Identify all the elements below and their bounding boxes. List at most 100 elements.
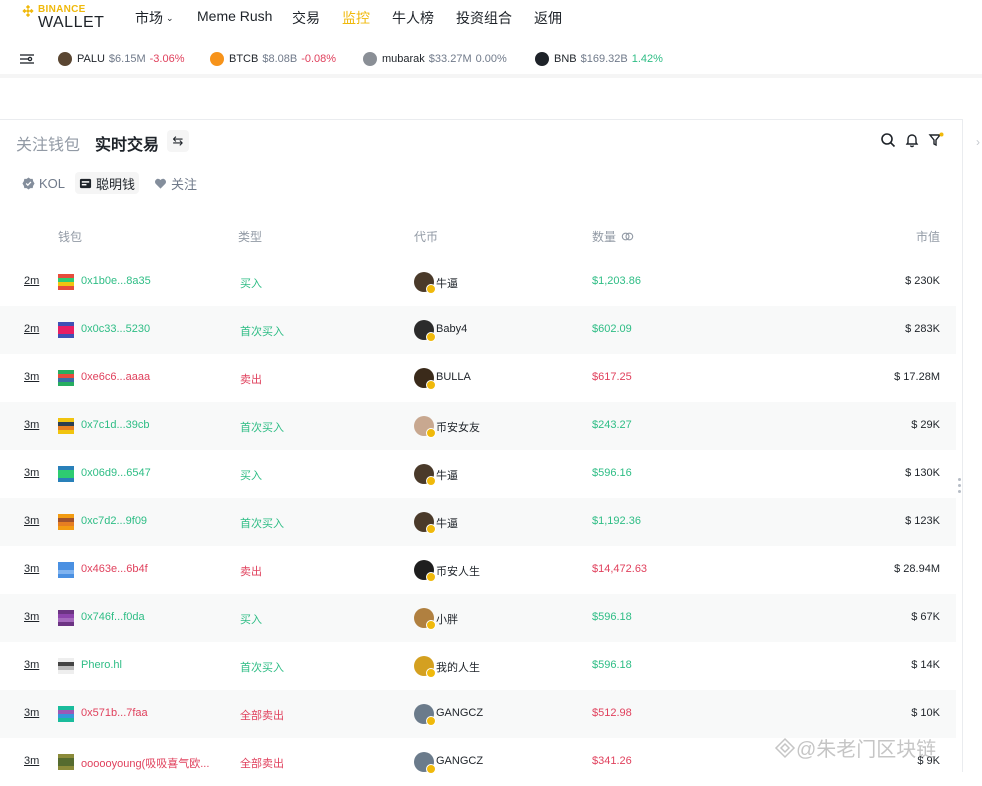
swap-icon[interactable]: ⇆ bbox=[167, 130, 189, 152]
token-name[interactable]: Baby4 bbox=[436, 323, 467, 335]
token-name[interactable]: BULLA bbox=[436, 371, 471, 383]
ticker-item-mubarak[interactable]: mubarak $33.27M 0.00% bbox=[363, 52, 507, 66]
wallet-avatar-icon bbox=[58, 754, 74, 770]
nav-meme-rush[interactable]: Meme Rush bbox=[197, 8, 272, 24]
binance-wallet-logo[interactable]: BINANCE WALLET bbox=[22, 4, 106, 34]
table-row[interactable]: 2m 0x0c33...5230 首次买入 Baby4 $602.09 $ 28… bbox=[0, 306, 956, 354]
token-name[interactable]: GANGCZ bbox=[436, 707, 483, 719]
panel-top-divider bbox=[0, 119, 962, 120]
chain-badge-icon bbox=[426, 284, 436, 294]
trade-amount: $617.25 bbox=[592, 371, 632, 383]
ticker-item-btcb[interactable]: BTCB $8.08B -0.08% bbox=[210, 52, 336, 66]
top-navigation: BINANCE WALLET 市场 ⌄ Meme Rush 交易 监控 牛人榜 投… bbox=[0, 0, 982, 40]
mubarak-token-icon bbox=[363, 52, 377, 66]
nav-leaderboard[interactable]: 牛人榜 bbox=[392, 8, 434, 28]
trade-amount: $341.26 bbox=[592, 755, 632, 767]
wallet-address[interactable]: 0xe6c6...aaaa bbox=[81, 371, 150, 383]
token-name[interactable]: GANGCZ bbox=[436, 755, 483, 767]
table-row[interactable]: 3m 0x06d9...6547 买入 牛逼 $596.16 $ 130K bbox=[0, 450, 956, 498]
ticker-mcap: $169.32B bbox=[580, 53, 628, 65]
ticker-symbol: PALU bbox=[77, 53, 105, 65]
bnb-token-icon bbox=[535, 52, 549, 66]
filter-kol[interactable]: KOL bbox=[22, 172, 65, 194]
token-name[interactable]: 牛逼 bbox=[436, 467, 458, 483]
trade-time[interactable]: 3m bbox=[24, 371, 39, 383]
filter-followed-label: 关注 bbox=[171, 176, 198, 192]
trade-type: 卖出 bbox=[240, 374, 262, 386]
filter-followed[interactable]: 关注 bbox=[154, 172, 197, 194]
token-name[interactable]: 币安人生 bbox=[436, 563, 480, 579]
token-name[interactable]: 币安女友 bbox=[436, 419, 480, 435]
nav-market-label: 市场 bbox=[135, 10, 163, 26]
resize-handle[interactable] bbox=[958, 478, 961, 496]
table-row[interactable]: 3m Phero.hl 首次买入 我的人生 $596.18 $ 14K bbox=[0, 642, 956, 690]
table-row[interactable]: 3m 0x7c1d...39cb 首次买入 币安女友 $243.27 $ 29K bbox=[0, 402, 956, 450]
wallet-address[interactable]: 0xc7d2...9f09 bbox=[81, 515, 147, 527]
filter-icon[interactable] bbox=[928, 132, 944, 148]
tab-watch-wallets[interactable]: 关注钱包 bbox=[16, 131, 80, 155]
trade-type: 全部卖出 bbox=[240, 710, 284, 722]
column-header-amount[interactable]: 数量 bbox=[592, 228, 634, 245]
nav-trade[interactable]: 交易 bbox=[292, 8, 320, 28]
trade-time[interactable]: 3m bbox=[24, 659, 39, 671]
filter-smart-money[interactable]: 聪明钱 bbox=[75, 172, 140, 194]
tab-live-trades[interactable]: 实时交易 bbox=[95, 131, 159, 155]
palu-token-icon bbox=[58, 52, 72, 66]
token-name[interactable]: 我的人生 bbox=[436, 659, 480, 675]
trade-time[interactable]: 2m bbox=[24, 323, 39, 335]
nav-market[interactable]: 市场 ⌄ bbox=[135, 8, 174, 28]
search-icon[interactable] bbox=[880, 132, 896, 148]
trade-type: 全部卖出 bbox=[240, 758, 284, 770]
table-row[interactable]: 3m 0xc7d2...9f09 首次买入 牛逼 $1,192.36 $ 123… bbox=[0, 498, 956, 546]
trade-time[interactable]: 3m bbox=[24, 419, 39, 431]
wallet-address[interactable]: 0x746f...f0da bbox=[81, 611, 145, 623]
table-row[interactable]: 3m 0x463e...6b4f 卖出 币安人生 $14,472.63 $ 28… bbox=[0, 546, 956, 594]
nav-portfolio[interactable]: 投资组合 bbox=[456, 8, 512, 28]
token-mcap: $ 10K bbox=[911, 707, 940, 719]
trade-time[interactable]: 3m bbox=[24, 515, 39, 527]
trade-time[interactable]: 3m bbox=[24, 611, 39, 623]
table-row[interactable]: 3m 0xe6c6...aaaa 卖出 BULLA $617.25 $ 17.2… bbox=[0, 354, 956, 402]
watermark-text: @朱老门区块链 bbox=[796, 739, 937, 761]
list-filter-icon[interactable] bbox=[20, 53, 34, 65]
wallet-address[interactable]: 0x463e...6b4f bbox=[81, 563, 148, 575]
wallet-address[interactable]: 0x7c1d...39cb bbox=[81, 419, 150, 431]
token-name[interactable]: 牛逼 bbox=[436, 275, 458, 291]
ticker-symbol: mubarak bbox=[382, 53, 425, 65]
trade-time[interactable]: 2m bbox=[24, 275, 39, 287]
ticker-item-palu[interactable]: PALU $6.15M -3.06% bbox=[58, 52, 184, 66]
table-row[interactable]: 3m 0x571b...7faa 全部卖出 GANGCZ $512.98 $ 1… bbox=[0, 690, 956, 738]
wallet-address[interactable]: oooooyoung(吸吸喜气欧... bbox=[81, 755, 209, 771]
column-header-token: 代币 bbox=[414, 230, 439, 244]
binance-logo-icon bbox=[22, 5, 34, 17]
wallet-avatar-icon bbox=[58, 418, 74, 434]
token-mcap: $ 17.28M bbox=[894, 371, 940, 383]
trade-time[interactable]: 3m bbox=[24, 707, 39, 719]
nav-monitor[interactable]: 监控 bbox=[342, 8, 370, 28]
wallet-address[interactable]: 0x0c33...5230 bbox=[81, 323, 150, 335]
trade-amount: $14,472.63 bbox=[592, 563, 648, 575]
wallet-address[interactable]: 0x571b...7faa bbox=[81, 707, 148, 719]
logo-product-text: WALLET bbox=[38, 14, 105, 31]
trade-type: 卖出 bbox=[240, 566, 262, 578]
bell-icon[interactable] bbox=[904, 132, 920, 148]
trade-time[interactable]: 3m bbox=[24, 467, 39, 479]
ticker-item-bnb[interactable]: BNB $169.32B 1.42% bbox=[535, 52, 663, 66]
wallet-address[interactable]: 0x1b0e...8a35 bbox=[81, 275, 151, 287]
trade-amount: $596.18 bbox=[592, 611, 632, 623]
column-header-mcap: 市值 bbox=[915, 230, 940, 244]
watermark: @朱老门区块链 bbox=[774, 733, 936, 762]
nav-rebate[interactable]: 返佣 bbox=[534, 8, 562, 28]
token-name[interactable]: 牛逼 bbox=[436, 515, 458, 531]
trade-amount: $602.09 bbox=[592, 323, 632, 335]
wallet-address[interactable]: Phero.hl bbox=[81, 659, 122, 671]
chain-badge-icon bbox=[426, 668, 436, 678]
trade-time[interactable]: 3m bbox=[24, 755, 39, 767]
table-row[interactable]: 2m 0x1b0e...8a35 买入 牛逼 $1,203.86 $ 230K bbox=[0, 258, 956, 306]
wallet-address[interactable]: 0x06d9...6547 bbox=[81, 467, 151, 479]
wallet-avatar-icon bbox=[58, 514, 74, 530]
token-name[interactable]: 小胖 bbox=[436, 611, 458, 627]
table-row[interactable]: 3m 0x746f...f0da 买入 小胖 $596.18 $ 67K bbox=[0, 594, 956, 642]
trade-time[interactable]: 3m bbox=[24, 563, 39, 575]
ticker-change: 1.42% bbox=[631, 53, 663, 65]
